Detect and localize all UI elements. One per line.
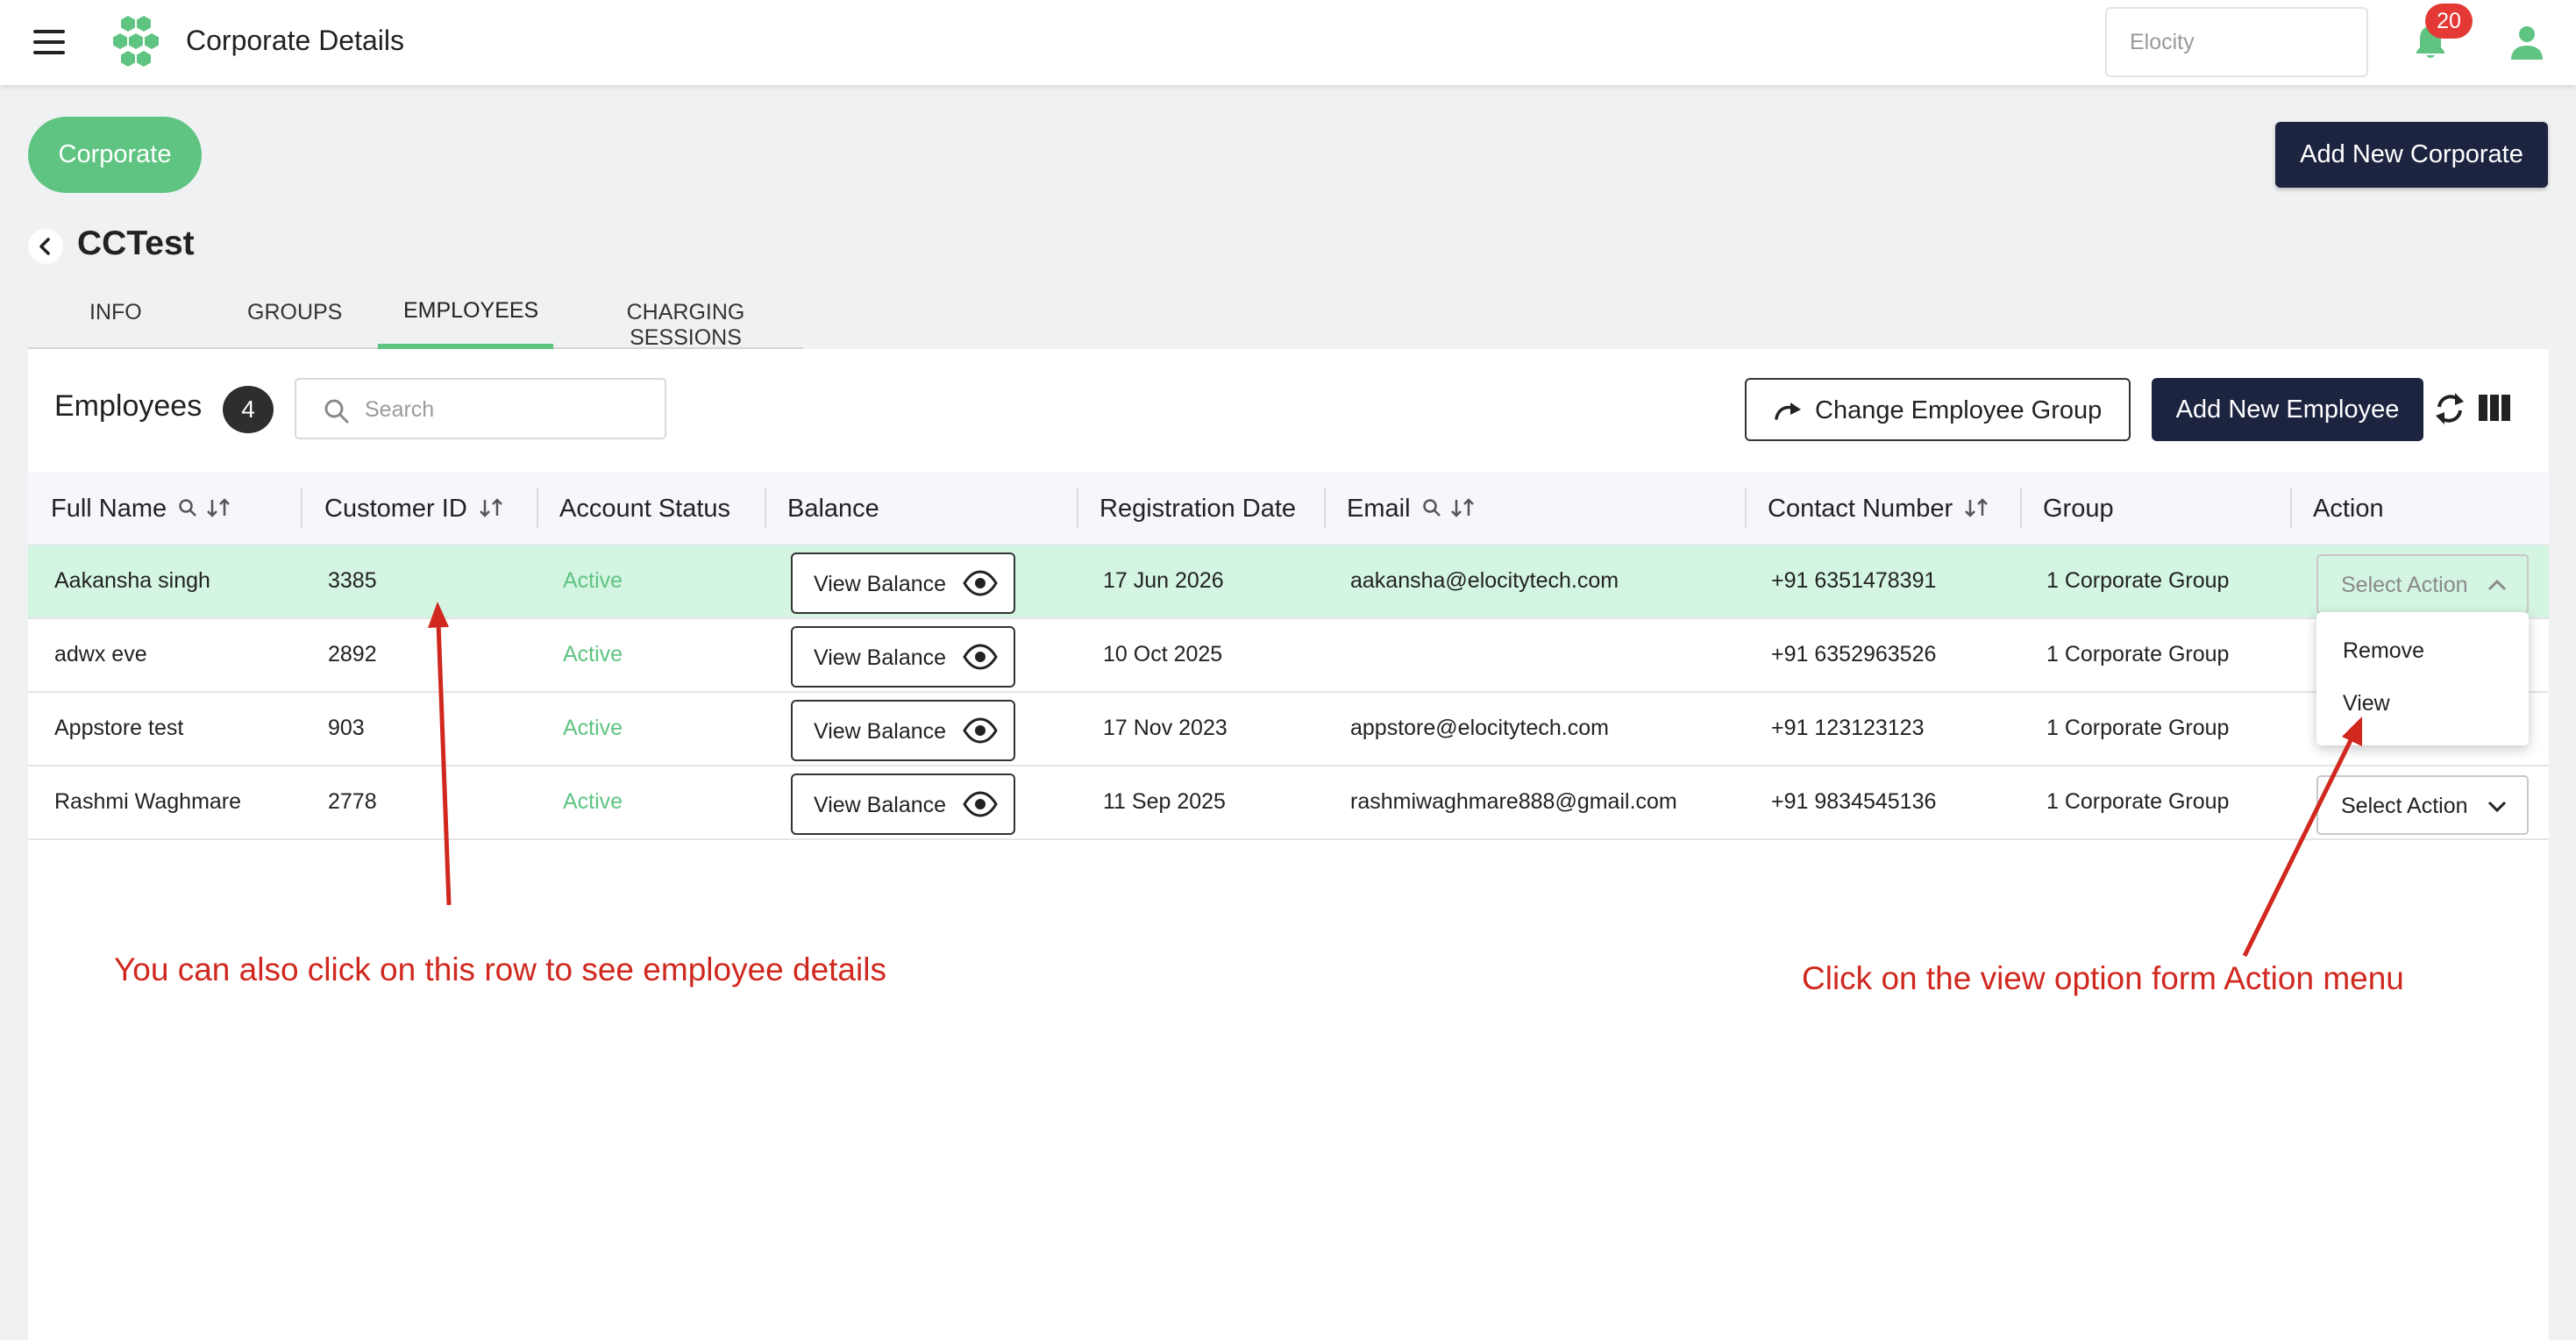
annotation-arrows	[428, 602, 2362, 958]
annotation-arrow-action	[2242, 716, 2362, 958]
annotation-arrow-row	[428, 602, 452, 906]
